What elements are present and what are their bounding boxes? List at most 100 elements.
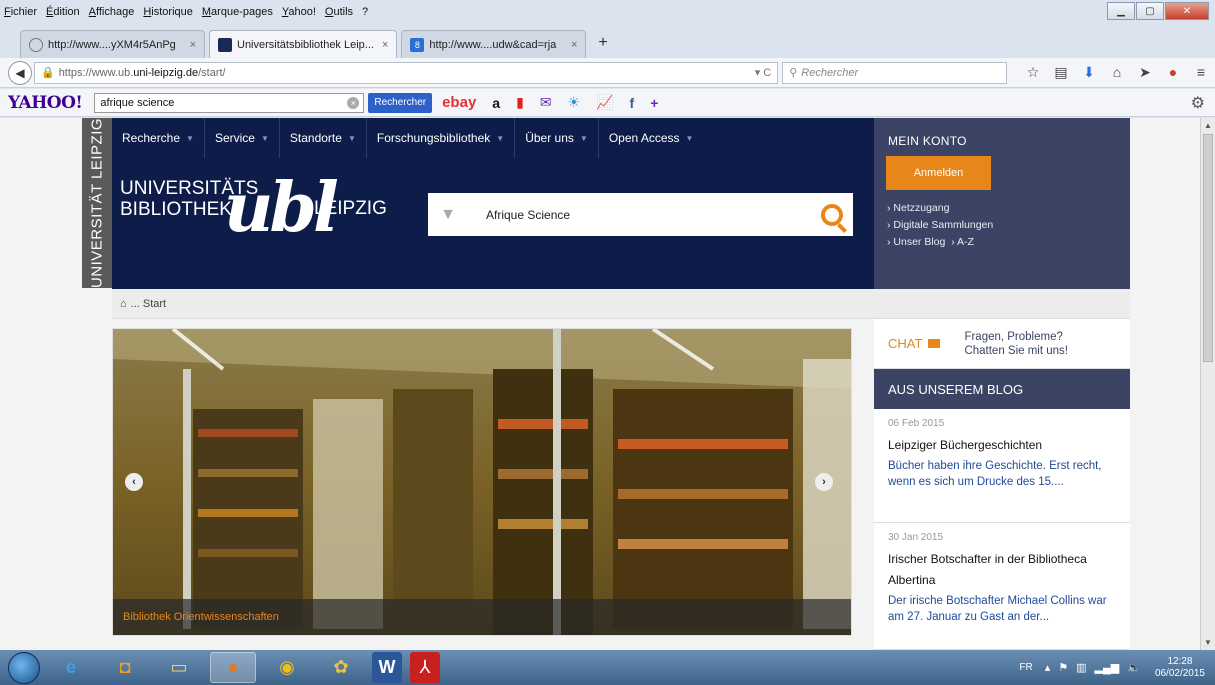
catalog-search-box[interactable]: ▼ Afrique Science — [428, 193, 853, 236]
blog-title[interactable]: Irischer Botschafter in der Bibliotheca … — [888, 549, 1116, 591]
acrobat-icon[interactable]: ⅄ — [410, 652, 440, 683]
minimize-button[interactable]: ▁ — [1107, 2, 1135, 20]
new-tab-button[interactable]: + — [598, 34, 607, 52]
home-icon[interactable]: ⌂ — [1103, 64, 1131, 81]
link-a-z[interactable]: › A-Z — [951, 236, 974, 248]
menu-icon[interactable]: ≡ — [1187, 64, 1215, 81]
slider-prev-icon[interactable]: ‹ — [125, 473, 143, 491]
chat-label: CHAT — [888, 336, 923, 351]
scroll-down-icon[interactable]: ▼ — [1204, 638, 1212, 647]
link-digitale-sammlungen[interactable]: › Digitale Sammlungen — [887, 217, 993, 234]
page-scrollbar[interactable]: ▲ ▼ — [1200, 118, 1215, 650]
menu-historique[interactable]: Historique — [143, 6, 193, 18]
menu-fichier[interactable]: Fichier — [4, 6, 37, 18]
facebook-icon[interactable]: f — [630, 95, 635, 111]
tab-close-icon[interactable]: × — [563, 39, 577, 51]
blog-excerpt[interactable]: Der irische Botschafter Michael Collins … — [888, 593, 1116, 625]
browser-search-input[interactable]: ⚲ Rechercher — [782, 61, 1008, 84]
tray-expand-icon[interactable]: ▴ — [1045, 661, 1051, 674]
url-bar[interactable]: 🔒 https://www.ub. uni-leipzig.de/start/ ▾… — [33, 61, 779, 84]
menu-yahoo[interactable]: Yahoo! — [282, 6, 316, 18]
yahoo-logo[interactable]: YAHOO! — [8, 93, 83, 113]
tab-1[interactable]: http://www....yXM4r5AnPg × — [20, 30, 205, 58]
breadcrumb-start[interactable]: ... Start — [131, 298, 166, 310]
add-icon[interactable]: + — [650, 95, 658, 111]
nav-open-access[interactable]: Open Access ▼ — [599, 118, 704, 158]
reload-icon[interactable]: ▾ C — [755, 66, 772, 79]
tab-2-active[interactable]: Universitätsbibliothek Leip... × — [209, 30, 398, 58]
tab-close-icon[interactable]: × — [182, 39, 196, 51]
menu-affichage[interactable]: Affichage — [89, 6, 135, 18]
yahoo-search-button[interactable]: Rechercher — [368, 92, 433, 113]
download-icon[interactable]: ⬇ — [1075, 64, 1103, 81]
bookmarks-list-icon[interactable]: ▤ — [1047, 64, 1075, 81]
send-icon[interactable]: ➤ — [1131, 64, 1159, 81]
clock[interactable]: 12:28 06/02/2015 — [1155, 656, 1205, 680]
explorer-icon[interactable]: ▭ — [156, 652, 202, 683]
yahoo-toolbar: YAHOO! afrique science × Rechercher ebay… — [0, 89, 1215, 117]
scroll-thumb[interactable] — [1203, 134, 1213, 362]
tab-close-icon[interactable]: × — [374, 39, 388, 51]
slide-caption[interactable]: Bibliothek Orientwissenschaften — [113, 599, 851, 635]
chevron-down-icon: ▼ — [347, 133, 356, 143]
search-icon[interactable] — [821, 203, 843, 226]
clear-icon[interactable]: × — [347, 96, 360, 109]
menu-help[interactable]: ? — [362, 6, 368, 18]
account-links: › Netzzugang › Digitale Sammlungen › Uns… — [887, 200, 993, 251]
network-icon[interactable]: ▥ — [1076, 661, 1086, 674]
nav-service[interactable]: Service ▼ — [205, 118, 280, 158]
signal-icon[interactable]: ▂▄▆ — [1095, 661, 1120, 674]
chat-text: Fragen, Probleme? Chatten Sie mit uns! — [964, 330, 1068, 358]
nav-recherche[interactable]: Recherche ▼ — [112, 118, 205, 158]
blog-excerpt[interactable]: Bücher haben ihre Geschichte. Erst recht… — [888, 458, 1116, 490]
menu-outils[interactable]: Outils — [325, 6, 353, 18]
link-unser-blog[interactable]: › Unser Blog — [887, 236, 945, 248]
ie-icon[interactable]: e — [48, 652, 94, 683]
close-window-button[interactable]: ✕ — [1165, 2, 1209, 20]
nav-standorte[interactable]: Standorte ▼ — [280, 118, 367, 158]
mail-icon[interactable]: ✉ — [540, 94, 552, 111]
menu-marque-pages[interactable]: Marque-pages — [202, 6, 273, 18]
bookmark-icon[interactable]: ▮ — [516, 94, 524, 111]
blog-entry-2[interactable]: 30 Jan 2015 Irischer Botschafter in der … — [874, 523, 1130, 650]
filter-icon[interactable]: ▼ — [428, 193, 468, 236]
tab-label: http://www....yXM4r5AnPg — [48, 38, 176, 51]
ebay-icon[interactable]: ebay — [442, 94, 476, 111]
tab-3[interactable]: 8 http://www....udw&cad=rja × — [401, 30, 587, 58]
catalog-search-input[interactable]: Afrique Science — [486, 208, 570, 222]
tab-bar: http://www....yXM4r5AnPg × Universitätsb… — [0, 24, 1215, 58]
globe-icon — [29, 37, 43, 52]
scroll-up-icon[interactable]: ▲ — [1204, 121, 1212, 130]
word-icon[interactable]: W — [372, 652, 402, 683]
blog-title[interactable]: Leipziger Büchergeschichten — [888, 435, 1116, 456]
chat-box[interactable]: CHAT Fragen, Probleme? Chatten Sie mit u… — [874, 319, 1130, 369]
weather-icon[interactable]: ☀ — [568, 94, 581, 111]
paint-icon[interactable]: ✿ — [318, 652, 364, 683]
menu-edition[interactable]: Édition — [46, 6, 80, 18]
flag-icon[interactable]: ⚑ — [1058, 661, 1068, 674]
firefox-icon[interactable]: ● — [210, 652, 256, 683]
nav-label: Service — [214, 131, 255, 145]
adblock-icon[interactable]: ● — [1159, 64, 1187, 81]
start-button[interactable] — [8, 651, 40, 684]
login-button[interactable]: Anmelden — [886, 156, 991, 190]
bookmark-star-icon[interactable]: ☆ — [1019, 64, 1047, 81]
blog-entry-1[interactable]: 06 Feb 2015 Leipziger Büchergeschichten … — [874, 409, 1130, 523]
amazon-icon[interactable]: a — [492, 95, 500, 111]
gear-icon[interactable]: ⚙ — [1191, 93, 1205, 113]
chrome-icon[interactable]: ◉ — [264, 652, 310, 683]
nav-ueber-uns[interactable]: Über uns ▼ — [515, 118, 599, 158]
yahoo-search-input[interactable]: afrique science × — [94, 92, 365, 113]
home-icon[interactable]: ⌂ — [120, 298, 127, 310]
slider-next-icon[interactable]: › — [815, 473, 833, 491]
finance-icon[interactable]: 📈 — [596, 94, 613, 111]
language-indicator[interactable]: FR — [1019, 662, 1032, 673]
volume-icon[interactable]: 🔈 — [1127, 661, 1141, 674]
chat-bubble-icon — [928, 339, 941, 348]
nav-forschungsbibliothek[interactable]: Forschungsbibliothek ▼ — [367, 118, 516, 158]
back-button[interactable]: ◀ — [8, 60, 32, 85]
maximize-button[interactable]: ▢ — [1136, 2, 1164, 20]
chevron-down-icon: ▼ — [579, 133, 588, 143]
outlook-icon[interactable]: ◘ — [102, 652, 148, 683]
link-netzzugang[interactable]: › Netzzugang — [887, 200, 993, 217]
